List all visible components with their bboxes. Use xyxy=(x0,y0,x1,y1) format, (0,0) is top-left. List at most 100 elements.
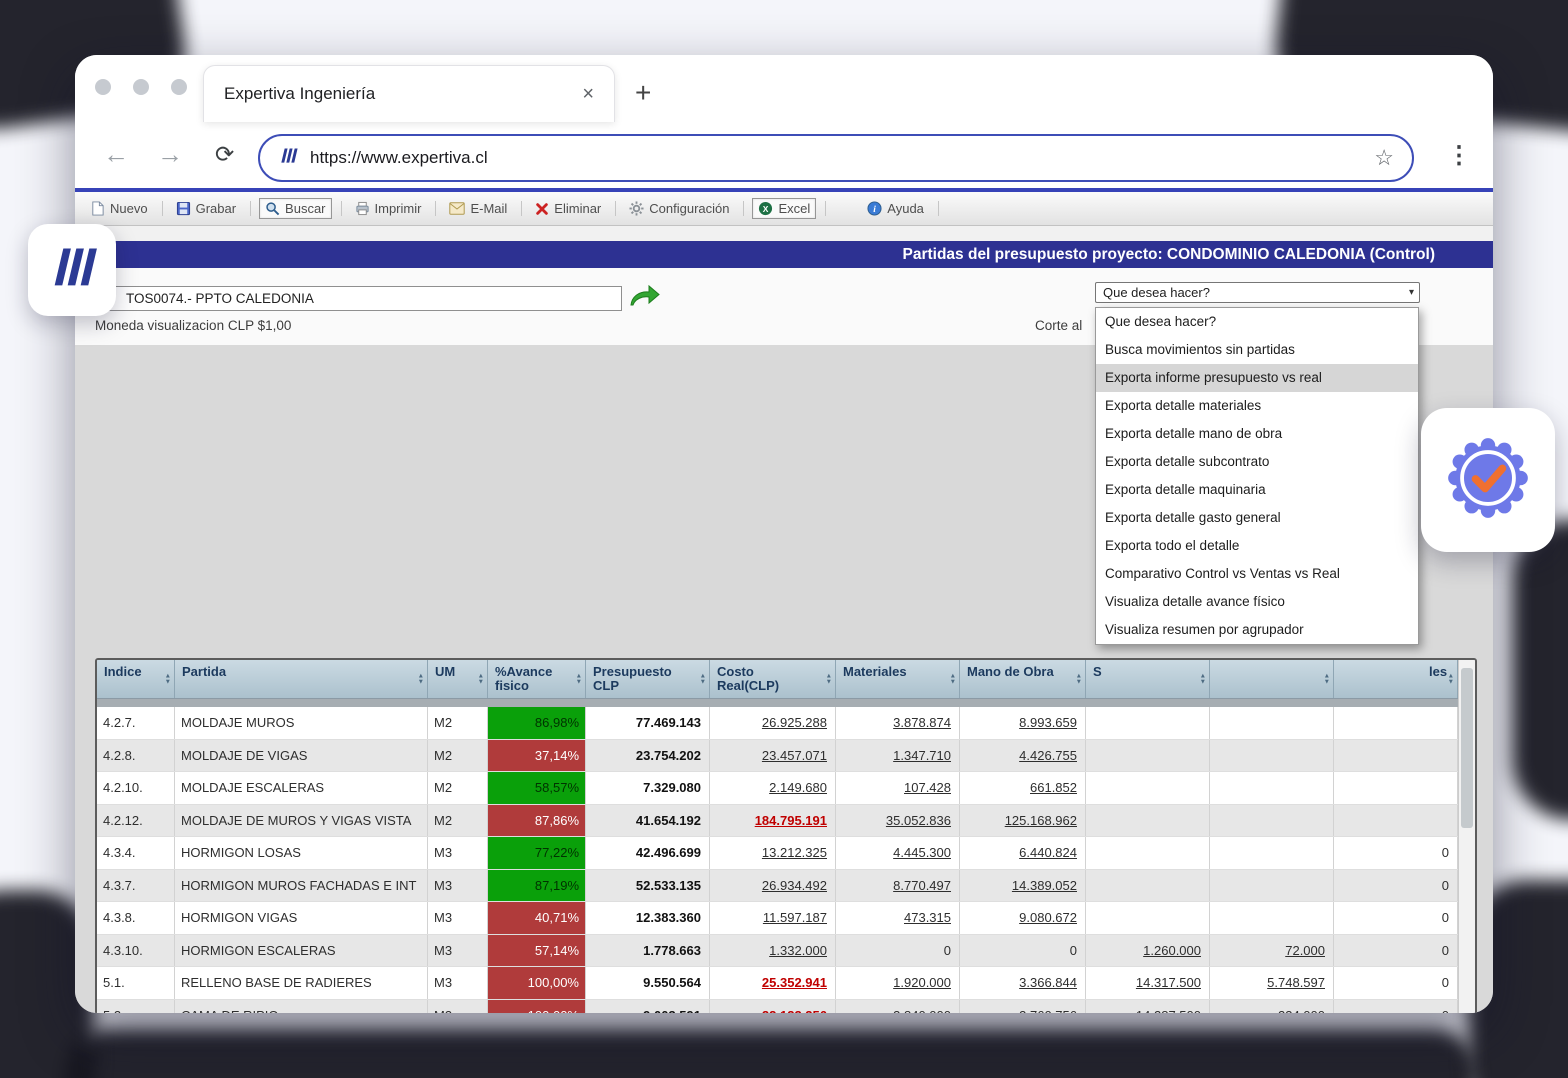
column-header[interactable]: S▲▼ xyxy=(1086,660,1210,698)
toolbar-button-nuevo[interactable]: Nuevo xyxy=(85,199,163,218)
cell-materiales[interactable]: 1.347.710 xyxy=(836,740,960,772)
toolbar-button-ayuda[interactable]: iAyuda xyxy=(862,199,939,218)
cell-costo-real[interactable]: 22.122.256 xyxy=(710,1000,836,1014)
sort-arrows-icon[interactable]: ▲▼ xyxy=(826,674,832,685)
cell-mano-de-obra[interactable]: 6.440.824 xyxy=(960,837,1086,869)
cell-extra-1[interactable]: 14.287.500 xyxy=(1086,1000,1210,1014)
toolbar-button-imprimir[interactable]: Imprimir xyxy=(350,199,437,218)
dropdown-option[interactable]: Exporta todo el detalle xyxy=(1096,532,1418,560)
dropdown-option[interactable]: Que desea hacer? xyxy=(1096,308,1418,336)
sort-arrows-icon[interactable]: ▲▼ xyxy=(950,674,956,685)
url-text: https://www.expertiva.cl xyxy=(310,148,488,168)
scrollbar-thumb[interactable] xyxy=(1461,668,1473,828)
sort-arrows-icon[interactable]: ▲▼ xyxy=(418,674,424,685)
column-header[interactable]: %Avance fisico▲▼ xyxy=(488,660,586,698)
cell-materiales[interactable]: 1.920.000 xyxy=(836,967,960,999)
cell-extra-2[interactable]: 72.000 xyxy=(1210,935,1334,967)
browser-tab[interactable]: Expertiva Ingeniería × xyxy=(203,65,615,122)
dropdown-option[interactable]: Exporta detalle maquinaria xyxy=(1096,476,1418,504)
column-header[interactable]: Indice▲▼ xyxy=(97,660,175,698)
toolbar-button-e-mail[interactable]: E-Mail xyxy=(444,199,522,218)
cell-costo-real[interactable]: 11.597.187 xyxy=(710,902,836,934)
cell-mano-de-obra[interactable]: 4.426.755 xyxy=(960,740,1086,772)
dropdown-option[interactable]: Busca movimientos sin partidas xyxy=(1096,336,1418,364)
cell-costo-real[interactable]: 2.149.680 xyxy=(710,772,836,804)
cell-costo-real[interactable]: 184.795.191 xyxy=(710,805,836,837)
column-header[interactable]: Presupuesto CLP▲▼ xyxy=(586,660,710,698)
vertical-scrollbar[interactable]: ▾ xyxy=(1458,660,1475,1013)
cell-extra-1[interactable]: 14.317.500 xyxy=(1086,967,1210,999)
cell-mano-de-obra[interactable]: 3.760.756 xyxy=(960,1000,1086,1014)
cell-materiales[interactable]: 3.840.000 xyxy=(836,1000,960,1014)
dropdown-option[interactable]: Visualiza resumen por agrupador xyxy=(1096,616,1418,644)
cell-mano-de-obra[interactable]: 661.852 xyxy=(960,772,1086,804)
action-select[interactable]: Que desea hacer? ▾ xyxy=(1095,282,1420,303)
dropdown-option[interactable]: Exporta detalle subcontrato xyxy=(1096,448,1418,476)
sort-arrows-icon[interactable]: ▲▼ xyxy=(1076,674,1082,685)
cell-costo-real[interactable]: 13.212.325 xyxy=(710,837,836,869)
dropdown-option[interactable]: Visualiza detalle avance físico xyxy=(1096,588,1418,616)
column-header[interactable]: Costo Real(CLP)▲▼ xyxy=(710,660,836,698)
toolbar-button-excel[interactable]: XExcel xyxy=(752,198,826,219)
toolbar-button-eliminar[interactable]: Eliminar xyxy=(530,199,616,218)
dropdown-option[interactable]: Exporta detalle gasto general xyxy=(1096,504,1418,532)
toolbar-button-grabar[interactable]: Grabar xyxy=(171,199,251,218)
cell-costo-real[interactable]: 26.934.492 xyxy=(710,870,836,902)
cell-materiales[interactable]: 8.770.497 xyxy=(836,870,960,902)
browser-menu-icon[interactable]: ⋮ xyxy=(1447,141,1471,170)
column-header[interactable]: ▲▼ xyxy=(1210,660,1334,698)
cell-mano-de-obra[interactable]: 125.168.962 xyxy=(960,805,1086,837)
window-control-dot[interactable] xyxy=(95,79,111,95)
cell-costo-real[interactable]: 26.925.288 xyxy=(710,707,836,739)
project-search-input[interactable] xyxy=(95,286,622,311)
new-tab-button[interactable]: + xyxy=(635,77,651,109)
cell-extra-2[interactable]: 5.748.597 xyxy=(1210,967,1334,999)
cell-costo-real[interactable]: 23.457.071 xyxy=(710,740,836,772)
reload-icon[interactable]: ⟳ xyxy=(215,141,234,168)
table-row: 4.2.10.MOLDAJE ESCALERASM258,57%7.329.08… xyxy=(97,772,1458,805)
dropdown-option[interactable]: Exporta informe presupuesto vs real xyxy=(1096,364,1418,392)
column-header[interactable]: Mano de Obra▲▼ xyxy=(960,660,1086,698)
forward-icon[interactable]: → xyxy=(157,139,183,170)
sort-arrows-icon[interactable]: ▲▼ xyxy=(1448,674,1454,685)
sort-arrows-icon[interactable]: ▲▼ xyxy=(700,674,706,685)
sort-arrows-icon[interactable]: ▲▼ xyxy=(165,674,171,685)
refresh-arrow-icon[interactable] xyxy=(628,284,660,313)
cell-costo-real[interactable]: 1.332.000 xyxy=(710,935,836,967)
cell-materiales[interactable]: 107.428 xyxy=(836,772,960,804)
address-bar[interactable]: https://www.expertiva.cl ☆ xyxy=(258,134,1414,182)
cell-extra-1[interactable]: 1.260.000 xyxy=(1086,935,1210,967)
dropdown-option[interactable]: Comparativo Control vs Ventas vs Real xyxy=(1096,560,1418,588)
cell-mano-de-obra[interactable]: 14.389.052 xyxy=(960,870,1086,902)
cell-costo-real[interactable]: 25.352.941 xyxy=(710,967,836,999)
cell-materiales[interactable]: 473.315 xyxy=(836,902,960,934)
toolbar-button-buscar[interactable]: Buscar xyxy=(259,198,341,219)
cell-mano-de-obra[interactable]: 3.366.844 xyxy=(960,967,1086,999)
cell-um: M3 xyxy=(428,902,488,934)
dropdown-option[interactable]: Exporta detalle mano de obra xyxy=(1096,420,1418,448)
tab-close-icon[interactable]: × xyxy=(582,83,594,106)
cell-indice: 4.2.8. xyxy=(97,740,175,772)
cell-partida: MOLDAJE DE MUROS Y VIGAS VISTA xyxy=(175,805,428,837)
dropdown-option[interactable]: Exporta detalle materiales xyxy=(1096,392,1418,420)
sort-arrows-icon[interactable]: ▲▼ xyxy=(1324,674,1330,685)
cell-materiales[interactable]: 3.878.874 xyxy=(836,707,960,739)
column-header[interactable]: UM▲▼ xyxy=(428,660,488,698)
column-header[interactable]: Partida▲▼ xyxy=(175,660,428,698)
cell-mano-de-obra[interactable]: 9.080.672 xyxy=(960,902,1086,934)
cell-extra-2[interactable]: 234.000 xyxy=(1210,1000,1334,1014)
sort-arrows-icon[interactable]: ▲▼ xyxy=(576,674,582,685)
cell-mano-de-obra[interactable]: 8.993.659 xyxy=(960,707,1086,739)
column-header[interactable]: les▲▼ xyxy=(1334,660,1458,698)
table-row: 4.3.10.HORMIGON ESCALERASM357,14%1.778.6… xyxy=(97,935,1458,968)
cell-materiales[interactable]: 35.052.836 xyxy=(836,805,960,837)
toolbar-button-configuraci-n[interactable]: Configuración xyxy=(624,199,744,218)
window-control-dot[interactable] xyxy=(133,79,149,95)
back-icon[interactable]: ← xyxy=(103,139,129,170)
window-control-dot[interactable] xyxy=(171,79,187,95)
sort-arrows-icon[interactable]: ▲▼ xyxy=(1200,674,1206,685)
cell-materiales[interactable]: 4.445.300 xyxy=(836,837,960,869)
sort-arrows-icon[interactable]: ▲▼ xyxy=(478,674,484,685)
bookmark-star-icon[interactable]: ☆ xyxy=(1374,145,1394,171)
column-header[interactable]: Materiales▲▼ xyxy=(836,660,960,698)
